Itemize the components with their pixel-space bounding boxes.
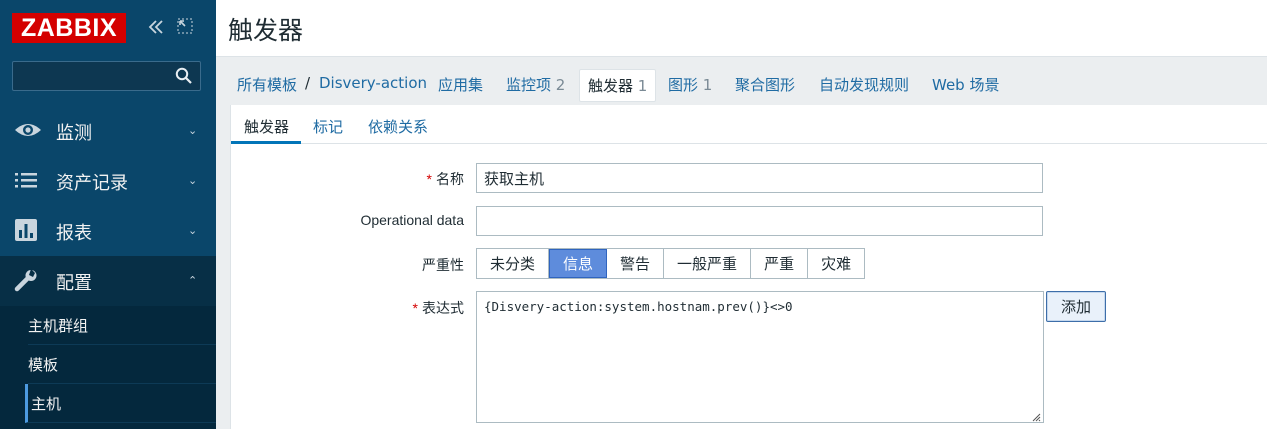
list-icon xyxy=(14,169,40,191)
severity-information[interactable]: 信息 xyxy=(549,249,608,278)
page-title: 触发器 xyxy=(228,16,304,45)
operational-data-label: Operational data xyxy=(360,212,464,228)
submenu-item-host-groups[interactable]: 主机群组 xyxy=(28,306,216,345)
wrench-icon xyxy=(14,269,40,292)
name-label-text: 名称 xyxy=(436,171,464,187)
page-header: 触发器 xyxy=(216,0,1267,57)
active-tab-indicator xyxy=(231,141,301,144)
name-value: 获取主机 xyxy=(484,169,545,188)
add-expression-button[interactable]: 添加 xyxy=(1046,291,1106,322)
operational-data-field[interactable] xyxy=(476,206,1043,236)
nav-screens[interactable]: 聚合图形 xyxy=(735,74,795,95)
zabbix-logo[interactable]: ZABBIX xyxy=(12,13,126,43)
severity-selector: 未分类 信息 警告 一般严重 严重 灾难 xyxy=(476,248,866,279)
severity-label: 严重性 xyxy=(422,257,464,273)
main-area: 触发器 所有模板 / Disvery-action 应用集 监控项 2 触发器 … xyxy=(216,0,1267,429)
submenu-item-label: 主机 xyxy=(31,395,62,413)
search-icon[interactable] xyxy=(175,67,193,85)
menu-item-label: 配置 xyxy=(56,273,92,294)
severity-high[interactable]: 严重 xyxy=(751,249,809,278)
main-menu: 监测 ⌄ 资产记录 ⌄ 报表 ⌄ 配置 ⌃ xyxy=(0,106,216,306)
menu-item-configuration[interactable]: 配置 ⌃ xyxy=(0,256,216,306)
chevron-down-icon: ⌄ xyxy=(188,124,198,137)
sidebar: ZABBIX 监测 ⌄ 资产记录 ⌄ 报表 ⌄ 配置 ⌃ 主机群组 模板 主机 xyxy=(0,0,216,429)
nav-label: 图形 xyxy=(668,76,699,94)
submenu-item-hosts[interactable]: 主机 xyxy=(25,384,216,423)
breadcrumb-separator: / xyxy=(305,74,311,92)
nav-count: 2 xyxy=(555,76,566,94)
submenu-item-label: 主机群组 xyxy=(28,317,89,335)
collapse-sidebar-icon[interactable] xyxy=(145,16,167,38)
form-tabs: 触发器 标记 依赖关系 xyxy=(231,105,1267,144)
severity-disaster[interactable]: 灾难 xyxy=(808,249,865,278)
trigger-form-panel: 触发器 标记 依赖关系 * 名称 获取主机 Operational data 严重… xyxy=(230,105,1267,429)
chevron-up-icon: ⌃ xyxy=(188,274,198,287)
tab-trigger[interactable]: 触发器 xyxy=(244,116,289,137)
submenu-item-templates[interactable]: 模板 xyxy=(28,345,216,384)
name-label: * 名称 xyxy=(244,169,464,189)
chevron-down-icon: ⌄ xyxy=(188,224,198,237)
chevron-down-icon: ⌄ xyxy=(188,174,198,187)
eye-icon xyxy=(14,119,41,141)
bar-chart-icon xyxy=(14,219,40,241)
nav-count: 1 xyxy=(637,77,648,95)
submenu-item-label: 模板 xyxy=(28,356,59,374)
menu-item-label: 监测 xyxy=(56,123,92,144)
resize-handle-icon[interactable] xyxy=(1031,410,1041,422)
nav-discovery-rules[interactable]: 自动发现规则 xyxy=(819,74,909,95)
breadcrumb-template[interactable]: Disvery-action xyxy=(319,74,427,92)
expression-label: * 表达式 xyxy=(244,298,464,318)
logo-row: ZABBIX xyxy=(0,0,216,58)
expression-label-text: 表达式 xyxy=(422,300,464,316)
menu-item-label: 资产记录 xyxy=(56,173,128,194)
nav-label: 监控项 xyxy=(506,76,552,94)
tab-tags[interactable]: 标记 xyxy=(313,116,343,137)
nav-web-scenarios[interactable]: Web 场景 xyxy=(932,74,999,95)
breadcrumb: 所有模板 / Disvery-action 应用集 监控项 2 触发器 1 图形… xyxy=(216,57,1267,106)
breadcrumb-all-templates[interactable]: 所有模板 xyxy=(237,74,297,95)
severity-average[interactable]: 一般严重 xyxy=(664,249,752,278)
expression-value: {Disvery-action:system.hostnam.prev()}<>… xyxy=(484,299,793,314)
sidebar-search xyxy=(12,61,201,91)
severity-not-classified[interactable]: 未分类 xyxy=(477,249,550,278)
menu-item-label: 报表 xyxy=(56,223,92,244)
expression-textarea[interactable]: {Disvery-action:system.hostnam.prev()}<>… xyxy=(476,291,1044,423)
menu-item-monitoring[interactable]: 监测 ⌄ xyxy=(0,106,216,156)
kiosk-mode-icon[interactable] xyxy=(177,18,193,34)
search-input[interactable] xyxy=(13,62,173,90)
name-field[interactable]: 获取主机 xyxy=(476,163,1043,193)
nav-label: 触发器 xyxy=(588,77,634,95)
nav-count: 1 xyxy=(702,76,713,94)
menu-item-reports[interactable]: 报表 ⌄ xyxy=(0,206,216,256)
tab-dependencies[interactable]: 依赖关系 xyxy=(368,116,428,137)
required-mark: * xyxy=(426,171,432,187)
nav-applications[interactable]: 应用集 xyxy=(438,74,483,95)
required-mark: * xyxy=(412,300,418,316)
nav-graphs[interactable]: 图形 1 xyxy=(668,74,712,95)
configuration-submenu: 主机群组 模板 主机 xyxy=(0,306,216,429)
nav-triggers[interactable]: 触发器 1 xyxy=(579,69,657,102)
menu-item-inventory[interactable]: 资产记录 ⌄ xyxy=(0,156,216,206)
nav-items[interactable]: 监控项 2 xyxy=(506,74,565,95)
severity-warning[interactable]: 警告 xyxy=(607,249,665,278)
